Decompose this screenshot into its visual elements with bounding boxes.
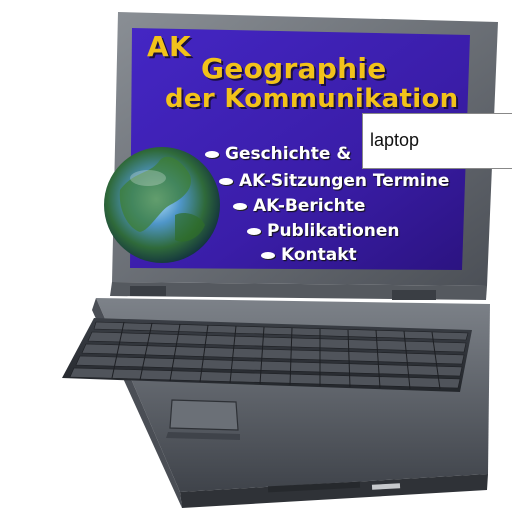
menu-item-kontakt[interactable]: Kontakt [261,245,357,265]
touchpad[interactable] [169,399,239,431]
menu-item-ak-sitzungen[interactable]: AK-Sitzungen Termine [219,171,449,191]
menu-item-label: Publikationen [267,221,400,241]
menu-item-label: Kontakt [281,245,357,265]
menu-item-label: AK-Sitzungen Termine [239,171,450,191]
bullet-icon [205,150,219,158]
menu-item-label: AK-Berichte [253,196,366,216]
menu-item-geschichte[interactable]: Geschichte & [205,144,351,164]
object-label-text: laptop [370,130,420,150]
bullet-icon [219,177,233,185]
bullet-icon [233,202,247,210]
menu-item-publikationen[interactable]: Publikationen [247,221,400,241]
bullet-icon [247,227,261,235]
bullet-icon [261,251,275,259]
object-label-box: laptop [362,113,512,169]
menu-item-label: Geschichte & [225,144,352,164]
menu-item-ak-berichte[interactable]: AK-Berichte [233,196,365,216]
